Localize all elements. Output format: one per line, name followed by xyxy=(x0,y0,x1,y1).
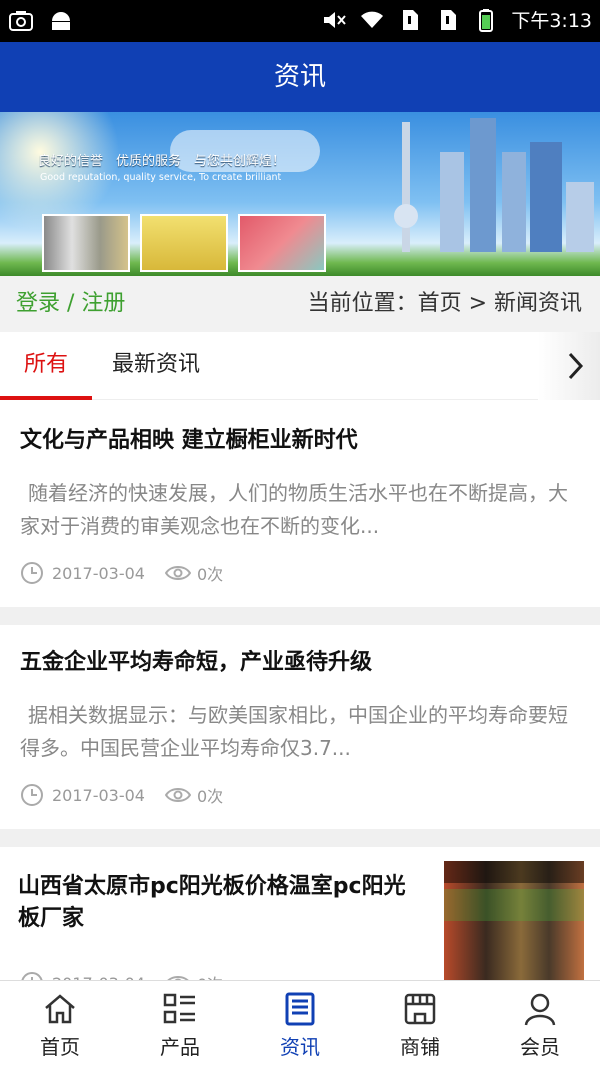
article-title[interactable]: 五金企业平均寿命短，产业亟待升级 xyxy=(20,647,372,679)
nav-home-label: 首页 xyxy=(40,1035,80,1059)
nav-products[interactable]: 产品 xyxy=(120,981,240,1067)
battery-icon xyxy=(479,8,494,32)
banner-product-3 xyxy=(238,214,326,272)
sim2-icon xyxy=(441,9,457,30)
shop-icon xyxy=(404,993,436,1025)
banner-product-2 xyxy=(140,214,228,272)
status-bar: 下午3:13 xyxy=(0,0,600,42)
user-icon xyxy=(524,993,556,1026)
article-excerpt: 随着经济的快速发展，人们的物质生活水平也在不断提高，大家对于消费的审美观念也在不… xyxy=(20,481,568,538)
wifi-icon xyxy=(361,11,384,28)
article-date: 2017-03-04 xyxy=(52,785,145,805)
page-header: 资讯 xyxy=(0,42,600,112)
article-meta: 2017-03-04 0次 xyxy=(20,783,223,807)
article-title[interactable]: 山西省太原市pc阳光板价格温室pc阳光板厂家 xyxy=(18,871,418,935)
nav-shops-label: 商铺 xyxy=(400,1035,440,1059)
nav-shops[interactable]: 商铺 xyxy=(360,981,480,1067)
nav-home[interactable]: 首页 xyxy=(0,981,120,1067)
bottom-nav: 首页 产品 资讯 商铺 会员 xyxy=(0,980,600,1067)
breadcrumb-bar: 登录 / 注册 当前位置：首页 > 新闻资讯 xyxy=(0,276,600,332)
banner-slogan-en: Good reputation, quality service, To cre… xyxy=(40,172,282,183)
eye-icon xyxy=(164,566,191,580)
breadcrumb: 当前位置：首页 > 新闻资讯 xyxy=(307,291,582,316)
tab-all[interactable]: 所有 xyxy=(0,332,92,400)
article-views: 0次 xyxy=(196,565,224,584)
banner-product-1 xyxy=(42,214,130,272)
article-card[interactable]: 山西省太原市pc阳光板价格温室pc阳光板厂家 2017-03-04 0次 xyxy=(0,847,600,980)
divider xyxy=(0,829,600,847)
banner-image[interactable]: 良好的信誉 优质的服务 与您共创辉煌！ Good reputation, qua… xyxy=(0,112,600,276)
android-icon xyxy=(52,12,70,30)
clock-icon xyxy=(21,562,43,584)
article-excerpt: 据相关数据显示：与欧美国家相比，中国企业的平均寿命要短得多。中国民营企业平均寿命… xyxy=(20,703,568,760)
home-icon xyxy=(45,994,75,1024)
article-card[interactable]: 五金企业平均寿命短，产业亟待升级 据相关数据显示：与欧美国家相比，中国企业的平均… xyxy=(0,625,600,829)
clock-icon xyxy=(21,784,43,806)
banner-slogan: 良好的信誉 优质的服务 与您共创辉煌！ xyxy=(38,154,286,169)
category-tabs: 所有 最新资讯 xyxy=(0,332,600,400)
article-card[interactable]: 文化与产品相映 建立橱柜业新时代 随着经济的快速发展，人们的物质生活水平也在不断… xyxy=(0,401,600,607)
article-meta: 2017-03-04 0次 xyxy=(20,971,223,980)
mute-icon xyxy=(324,11,347,28)
eye-icon xyxy=(167,976,189,980)
banner-city xyxy=(370,112,600,276)
news-icon xyxy=(285,992,315,1026)
page-title: 资讯 xyxy=(273,62,326,92)
nav-products-label: 产品 xyxy=(160,1035,200,1059)
article-title[interactable]: 文化与产品相映 建立橱柜业新时代 xyxy=(20,425,358,457)
login-register-link[interactable]: 登录 / 注册 xyxy=(16,276,125,332)
grid-list-icon xyxy=(163,993,195,1024)
clock-icon xyxy=(21,972,43,980)
nav-news[interactable]: 资讯 xyxy=(240,981,360,1067)
camera-icon xyxy=(9,11,33,31)
tab-latest-news[interactable]: 最新资讯 xyxy=(112,332,200,400)
tabs-more-button[interactable] xyxy=(538,332,600,400)
article-views: 0次 xyxy=(197,971,223,980)
article-meta: 2017-03-04 0次 xyxy=(20,561,223,585)
article-views: 0次 xyxy=(196,787,224,806)
nav-news-label: 资讯 xyxy=(280,1035,320,1059)
sim1-icon xyxy=(403,9,419,30)
chevron-right-icon xyxy=(568,352,584,380)
divider xyxy=(0,607,600,625)
article-date: 2017-03-04 xyxy=(52,563,145,583)
nav-member-label: 会员 xyxy=(520,1035,560,1059)
eye-icon xyxy=(164,788,191,802)
nav-member[interactable]: 会员 xyxy=(480,981,600,1067)
article-thumbnail[interactable] xyxy=(444,861,584,980)
status-time: 下午3:13 xyxy=(511,10,592,32)
